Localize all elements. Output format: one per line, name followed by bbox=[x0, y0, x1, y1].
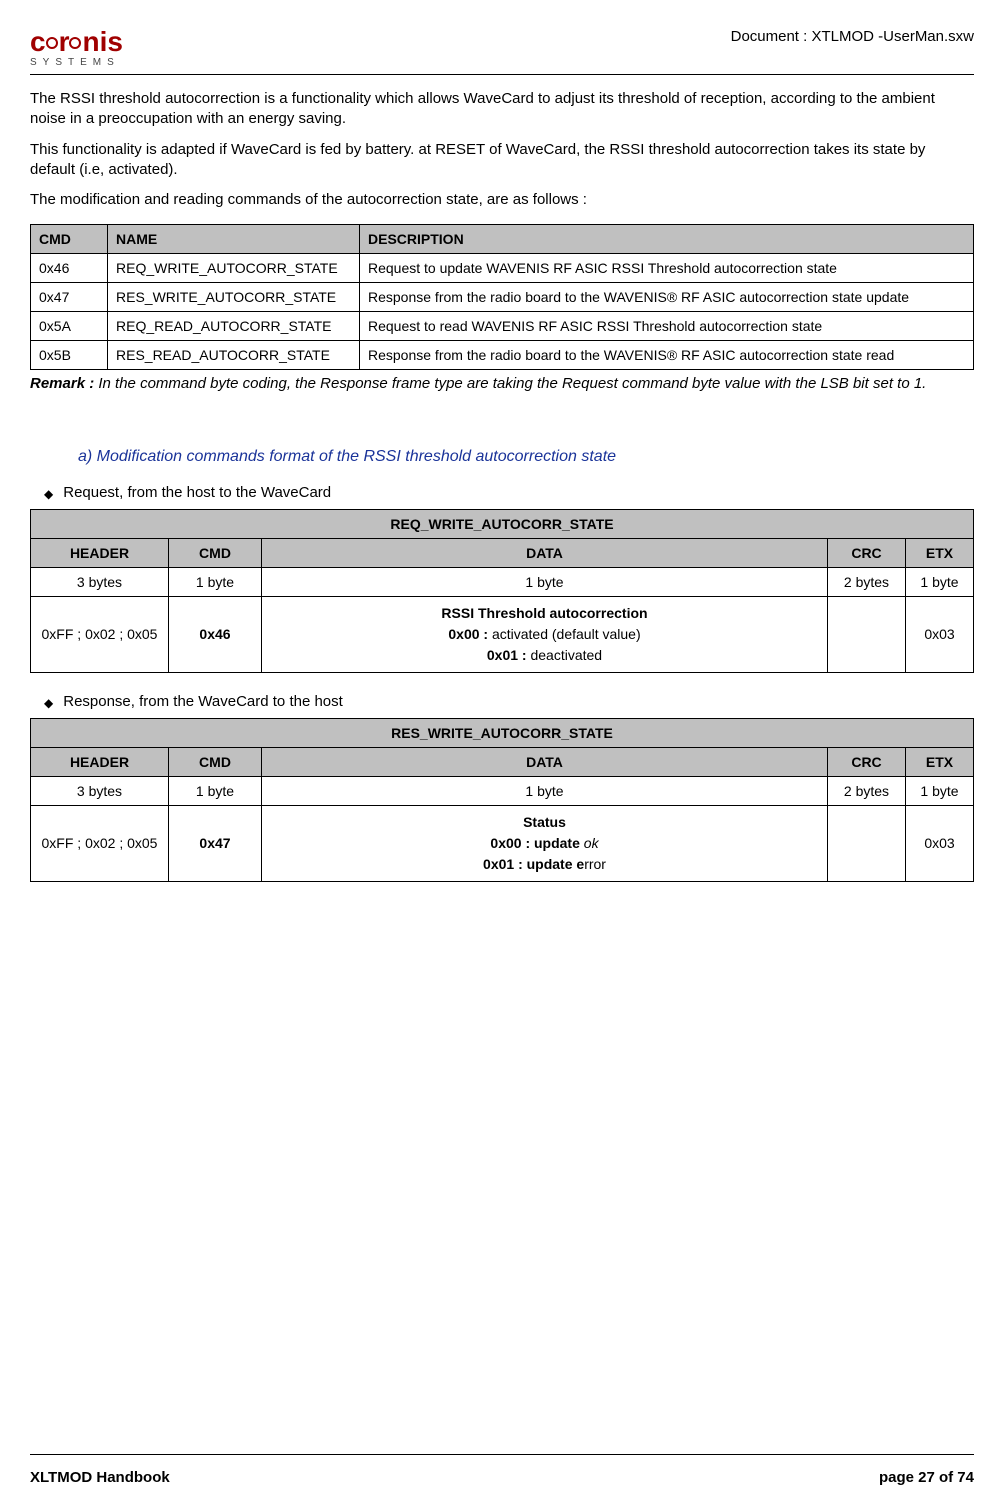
size-etx: 1 byte bbox=[906, 567, 974, 596]
req-frame-table: REQ_WRITE_AUTOCORR_STATE HEADER CMD DATA… bbox=[30, 509, 974, 673]
page-header: crnis SYSTEMS Document : XTLMOD -UserMan… bbox=[30, 28, 974, 72]
intro-paragraph-2: This functionality is adapted if WaveCar… bbox=[30, 140, 974, 181]
size-header: 3 bytes bbox=[31, 776, 169, 805]
val-header: 0xFF ; 0x02 ; 0x05 bbox=[31, 596, 169, 672]
frame-size-row: 3 bytes 1 byte 1 byte 2 bytes 1 byte bbox=[31, 776, 974, 805]
cell-desc: Request to update WAVENIS RF ASIC RSSI T… bbox=[360, 254, 974, 283]
res-frame-table: RES_WRITE_AUTOCORR_STATE HEADER CMD DATA… bbox=[30, 718, 974, 882]
val-cmd: 0x47 bbox=[169, 805, 262, 881]
cell-cmd: 0x5B bbox=[31, 341, 108, 370]
col-data: DATA bbox=[262, 747, 828, 776]
bullet-text: Response, from the WaveCard to the host bbox=[63, 693, 343, 710]
col-cmd: CMD bbox=[169, 747, 262, 776]
val-header: 0xFF ; 0x02 ; 0x05 bbox=[31, 805, 169, 881]
cell-name: RES_WRITE_AUTOCORR_STATE bbox=[108, 283, 360, 312]
col-data: DATA bbox=[262, 538, 828, 567]
section-heading-a: a) Modification commands format of the R… bbox=[78, 448, 974, 466]
val-crc bbox=[828, 805, 906, 881]
frame-size-row: 3 bytes 1 byte 1 byte 2 bytes 1 byte bbox=[31, 567, 974, 596]
col-etx: ETX bbox=[906, 538, 974, 567]
table-row: 0x5B RES_READ_AUTOCORR_STATE Response fr… bbox=[31, 341, 974, 370]
col-crc: CRC bbox=[828, 747, 906, 776]
remark-text: In the command byte coding, the Response… bbox=[98, 375, 926, 392]
col-etx: ETX bbox=[906, 747, 974, 776]
intro-paragraph-3: The modification and reading commands of… bbox=[30, 190, 974, 210]
col-header: HEADER bbox=[31, 747, 169, 776]
col-crc: CRC bbox=[828, 538, 906, 567]
logo-main-text: crnis bbox=[30, 28, 123, 56]
cell-desc: Response from the radio board to the WAV… bbox=[360, 283, 974, 312]
frame-title: REQ_WRITE_AUTOCORR_STATE bbox=[31, 509, 974, 538]
col-name: NAME bbox=[108, 225, 360, 254]
remark-label: Remark : bbox=[30, 375, 94, 392]
cell-name: RES_READ_AUTOCORR_STATE bbox=[108, 341, 360, 370]
val-data: Status 0x00 : update ok 0x01 : update er… bbox=[262, 805, 828, 881]
col-cmd: CMD bbox=[169, 538, 262, 567]
intro-paragraph-1: The RSSI threshold autocorrection is a f… bbox=[30, 89, 974, 130]
table-row: 0x5A REQ_READ_AUTOCORR_STATE Request to … bbox=[31, 312, 974, 341]
col-header: HEADER bbox=[31, 538, 169, 567]
remark: Remark : In the command byte coding, the… bbox=[30, 374, 974, 394]
logo: crnis SYSTEMS bbox=[30, 28, 123, 68]
frame-header-row: HEADER CMD DATA CRC ETX bbox=[31, 747, 974, 776]
val-etx: 0x03 bbox=[906, 805, 974, 881]
frame-value-row: 0xFF ; 0x02 ; 0x05 0x47 Status 0x00 : up… bbox=[31, 805, 974, 881]
cell-name: REQ_READ_AUTOCORR_STATE bbox=[108, 312, 360, 341]
size-data: 1 byte bbox=[262, 567, 828, 596]
footer-right: page 27 of 74 bbox=[879, 1469, 974, 1486]
bullet-response: ◆ Response, from the WaveCard to the hos… bbox=[44, 693, 974, 710]
col-description: DESCRIPTION bbox=[360, 225, 974, 254]
table-row: 0x47 RES_WRITE_AUTOCORR_STATE Response f… bbox=[31, 283, 974, 312]
cell-cmd: 0x5A bbox=[31, 312, 108, 341]
val-crc bbox=[828, 596, 906, 672]
command-table: CMD NAME DESCRIPTION 0x46 REQ_WRITE_AUTO… bbox=[30, 224, 974, 370]
bullet-request: ◆ Request, from the host to the WaveCard bbox=[44, 484, 974, 501]
cell-cmd: 0x46 bbox=[31, 254, 108, 283]
size-cmd: 1 byte bbox=[169, 567, 262, 596]
table-row: 0x46 REQ_WRITE_AUTOCORR_STATE Request to… bbox=[31, 254, 974, 283]
diamond-icon: ◆ bbox=[44, 696, 53, 710]
bullet-text: Request, from the host to the WaveCard bbox=[63, 484, 331, 501]
col-cmd: CMD bbox=[31, 225, 108, 254]
val-cmd: 0x46 bbox=[169, 596, 262, 672]
cell-desc: Request to read WAVENIS RF ASIC RSSI Thr… bbox=[360, 312, 974, 341]
logo-sub-text: SYSTEMS bbox=[30, 58, 123, 68]
footer-left: XLTMOD Handbook bbox=[30, 1469, 170, 1486]
frame-value-row: 0xFF ; 0x02 ; 0x05 0x46 RSSI Threshold a… bbox=[31, 596, 974, 672]
document-id: Document : XTLMOD -UserMan.sxw bbox=[731, 28, 974, 45]
table-header-row: CMD NAME DESCRIPTION bbox=[31, 225, 974, 254]
size-crc: 2 bytes bbox=[828, 776, 906, 805]
page-footer: XLTMOD Handbook page 27 of 74 bbox=[30, 1452, 974, 1486]
size-cmd: 1 byte bbox=[169, 776, 262, 805]
val-data: RSSI Threshold autocorrection 0x00 : act… bbox=[262, 596, 828, 672]
diamond-icon: ◆ bbox=[44, 487, 53, 501]
size-etx: 1 byte bbox=[906, 776, 974, 805]
val-etx: 0x03 bbox=[906, 596, 974, 672]
cell-desc: Response from the radio board to the WAV… bbox=[360, 341, 974, 370]
header-rule bbox=[30, 74, 974, 75]
size-data: 1 byte bbox=[262, 776, 828, 805]
document-page: crnis SYSTEMS Document : XTLMOD -UserMan… bbox=[0, 0, 1004, 1510]
cell-name: REQ_WRITE_AUTOCORR_STATE bbox=[108, 254, 360, 283]
frame-header-row: HEADER CMD DATA CRC ETX bbox=[31, 538, 974, 567]
frame-title: RES_WRITE_AUTOCORR_STATE bbox=[31, 718, 974, 747]
footer-rule bbox=[30, 1454, 974, 1455]
size-crc: 2 bytes bbox=[828, 567, 906, 596]
size-header: 3 bytes bbox=[31, 567, 169, 596]
cell-cmd: 0x47 bbox=[31, 283, 108, 312]
